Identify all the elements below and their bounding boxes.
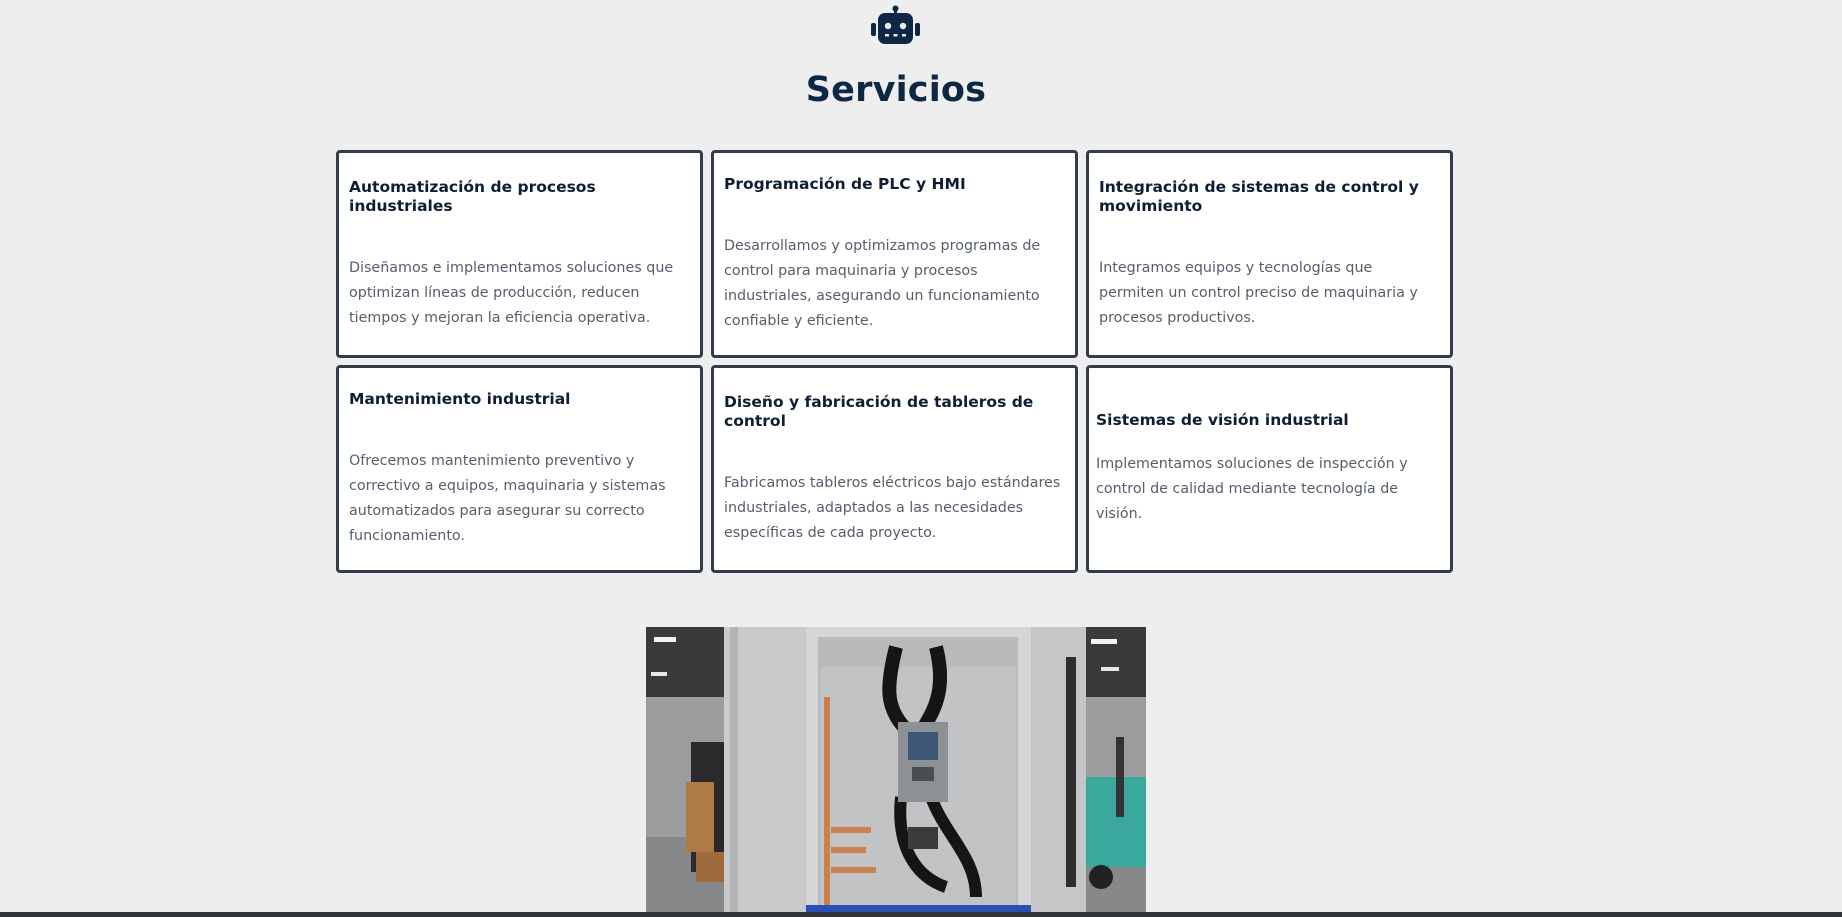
service-card-control-panels: Diseño y fabricación de tableros de cont… xyxy=(711,365,1078,573)
service-card-description: Desarrollamos y optimizamos programas de… xyxy=(724,237,1041,329)
service-card-description: Ofrecemos mantenimiento preventivo y cor… xyxy=(349,452,666,544)
service-card-title: Sistemas de visión industrial xyxy=(1096,411,1349,429)
service-card-automation: Automatización de procesos industriales … xyxy=(336,150,703,358)
service-card-title: Automatización de procesos industriales xyxy=(349,177,596,215)
service-card-integration: Integración de sistemas de control y mov… xyxy=(1086,150,1453,358)
service-card-description: Implementamos soluciones de inspección y… xyxy=(1096,456,1408,522)
service-card-maintenance: Mantenimiento industrial Ofrecemos mante… xyxy=(336,365,703,573)
services-grid: Automatización de procesos industriales … xyxy=(336,150,1457,573)
service-card-title: Integración de sistemas de control y mov… xyxy=(1099,177,1419,215)
control-panel-photo xyxy=(646,627,1146,917)
footer-edge xyxy=(0,912,1842,917)
robot-icon xyxy=(871,5,920,44)
service-card-vision: Sistemas de visión industrial Implementa… xyxy=(1086,365,1453,573)
page-title: Servicios xyxy=(805,70,987,110)
service-card-title: Mantenimiento industrial xyxy=(349,389,571,408)
service-card-description: Integramos equipos y tecnologías que per… xyxy=(1099,259,1418,326)
service-card-plc: Programación de PLC y HMI Desarrollamos … xyxy=(711,150,1078,358)
service-card-title: Diseño y fabricación de tableros de cont… xyxy=(724,392,1034,430)
service-card-description: Fabricamos tableros eléctricos bajo está… xyxy=(724,474,1061,541)
service-card-title: Programación de PLC y HMI xyxy=(724,174,966,193)
service-card-description: Diseñamos e implementamos soluciones que… xyxy=(349,259,674,326)
